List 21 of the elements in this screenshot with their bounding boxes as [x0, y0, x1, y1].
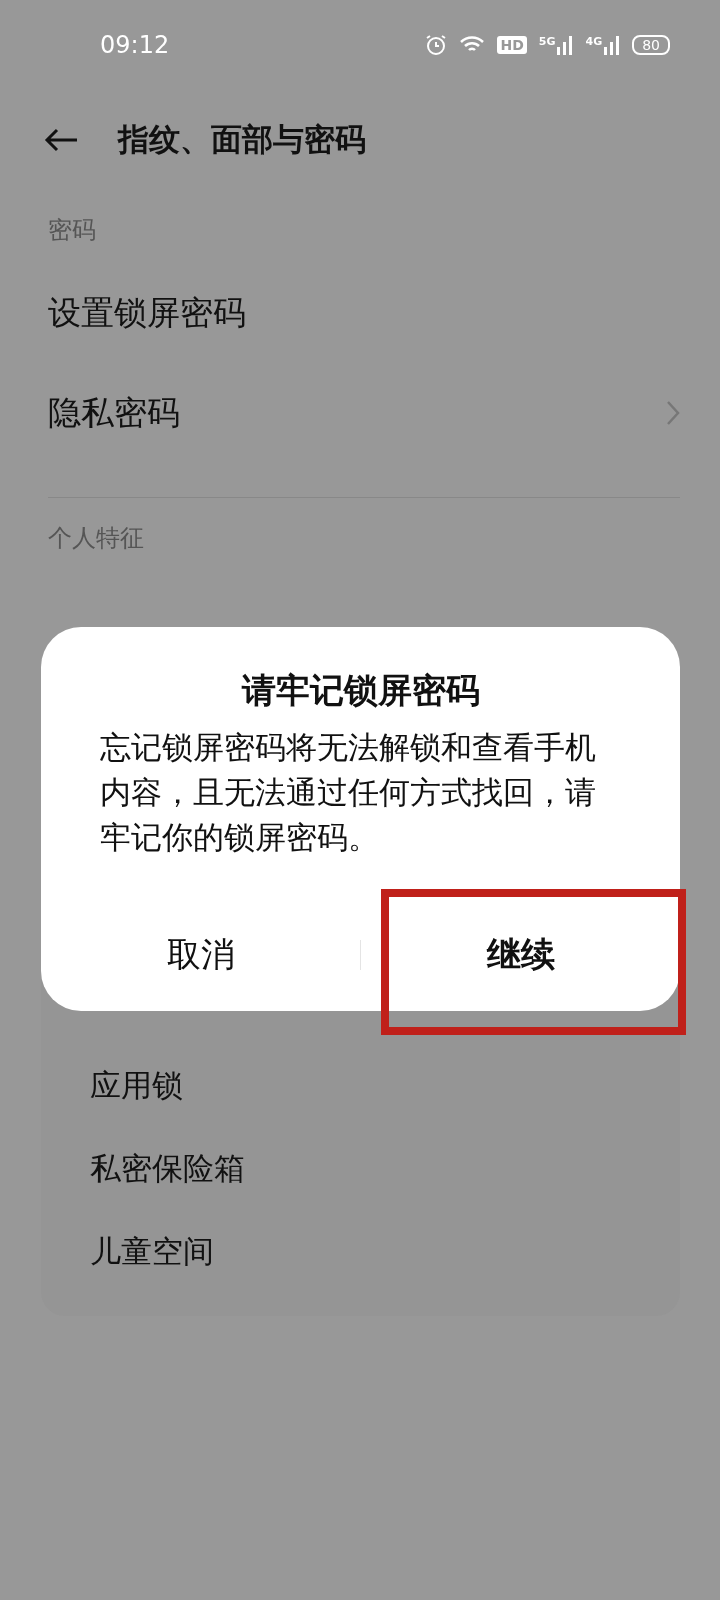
- alarm-icon: [425, 34, 448, 56]
- suggestion-item[interactable]: 儿童空间: [90, 1230, 214, 1273]
- hd-badge: HD: [497, 36, 527, 54]
- section-title: 个人特征: [47, 523, 145, 554]
- settings-item[interactable]: 隐私密码: [48, 390, 180, 436]
- battery-indicator: 80: [632, 35, 670, 55]
- cancel-button[interactable]: 取消: [41, 910, 360, 1000]
- settings-item[interactable]: 设置锁屏密码: [48, 290, 246, 336]
- page-title: 指纹、面部与密码: [118, 120, 366, 159]
- section-title: 密码: [47, 215, 97, 246]
- network-label: 5G: [538, 35, 556, 48]
- status-time: 09:12: [100, 31, 170, 59]
- back-icon[interactable]: [44, 128, 78, 152]
- dialog-message: 忘记锁屏密码将无法解锁和查看手机内容，且无法通过任何方式找回，请牢记你的锁屏密码。: [100, 728, 597, 857]
- suggestion-item[interactable]: 应用锁: [90, 1064, 183, 1107]
- network-label: 4G: [585, 35, 603, 48]
- dialog-title: 请牢记锁屏密码: [240, 669, 481, 712]
- signal-icon: [604, 35, 621, 55]
- continue-button[interactable]: 继续: [361, 910, 680, 1000]
- signal-icon: [557, 35, 574, 55]
- suggestion-item[interactable]: 私密保险箱: [90, 1147, 245, 1190]
